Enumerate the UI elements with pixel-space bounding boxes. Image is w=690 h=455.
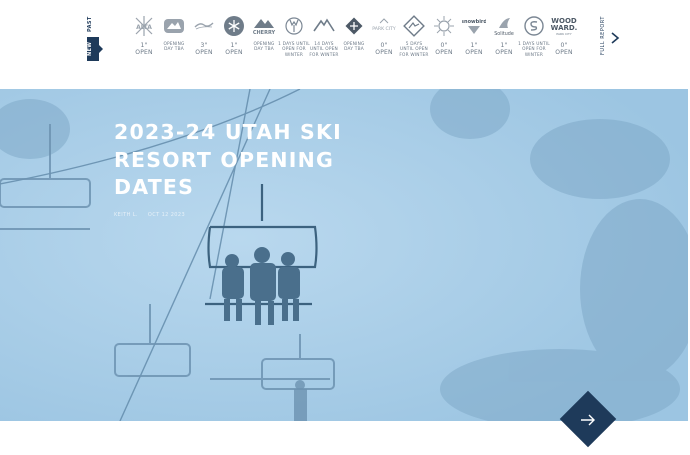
park-city-logo: PARK CITY — [372, 14, 396, 38]
snowbird-logo: snowbird — [461, 14, 487, 38]
resort-item-beaver-mountain[interactable]: OPENING DAY TBA — [159, 12, 189, 68]
open-label: OPEN — [555, 49, 573, 56]
resort-item-park-city[interactable]: PARK CITY 0" OPEN — [369, 12, 399, 68]
snow-depth: 1" — [230, 42, 238, 49]
tab-new-label: NEW — [87, 41, 93, 57]
woodward-logo: WOOD WARD. PARK CITY — [551, 14, 578, 38]
alta-logo-text: ALTA — [136, 24, 152, 31]
resort-item-alta[interactable]: ALTA 1" OPEN — [129, 12, 159, 68]
tab-past-label: PAST — [87, 16, 93, 32]
brighton-logo — [192, 14, 216, 38]
resort-item-brighton[interactable]: 3" OPEN — [189, 12, 219, 68]
resort-status: 0" OPEN — [545, 42, 583, 56]
resort-item-snowbird[interactable]: snowbird 1" OPEN — [459, 12, 489, 68]
article-title[interactable]: 2023-24 UTAH SKI RESORT OPENING DATES — [114, 119, 374, 202]
brian-head-logo — [222, 14, 246, 38]
open-label: OPEN — [375, 49, 393, 56]
chevron-right-icon[interactable] — [610, 31, 620, 44]
beaver-mountain-logo — [162, 14, 186, 38]
status-line-2: UNTIL OPEN — [310, 47, 338, 53]
solitude-logo-text: Solitude — [494, 31, 514, 37]
snow-depth: 1" — [500, 42, 508, 49]
cherry-logo-text: CHERRY — [253, 30, 276, 36]
article-author: KEITH L. — [114, 212, 138, 218]
snow-depth: 0" — [560, 42, 568, 49]
snow-depth: 1" — [140, 42, 148, 49]
woodward-logo-text-2: WARD. — [551, 24, 578, 32]
park-city-logo-text: PARK CITY — [372, 26, 396, 32]
snow-depth: 1" — [470, 42, 478, 49]
alta-logo: ALTA — [132, 14, 156, 38]
snow-depth: 0" — [380, 42, 388, 49]
resort-item-nordic-valley[interactable]: OPENING DAY TBA — [339, 12, 369, 68]
resort-item-snowbasin[interactable]: 0" OPEN — [429, 12, 459, 68]
open-label: OPEN — [465, 49, 483, 56]
status-line-2: OPEN FOR — [282, 47, 306, 53]
status-line-2: UNTIL OPEN — [400, 47, 428, 53]
status-line-2: DAY TBA — [164, 47, 184, 53]
resort-item-powder-mountain[interactable]: 5 DAYS UNTIL OPEN FOR WINTER — [399, 12, 429, 68]
article-date: OCT 12 2023 — [147, 212, 186, 218]
resort-item-woodward[interactable]: WOOD WARD. PARK CITY 0" OPEN — [549, 12, 579, 68]
resort-item-cherry-peak[interactable]: CHERRY OPENING DAY TBA — [249, 12, 279, 68]
tab-past[interactable]: PAST — [87, 14, 99, 34]
status-line-2: OPEN FOR — [522, 47, 546, 53]
resort-item-brian-head[interactable]: 1" OPEN — [219, 12, 249, 68]
status-line-2: DAY TBA — [344, 47, 364, 53]
powder-mountain-logo — [402, 14, 426, 38]
article-meta: KEITH L. OCT 12 2023 — [114, 212, 185, 218]
resort-item-sundance[interactable]: 1 DAYS UNTIL OPEN FOR WINTER — [518, 12, 550, 68]
resort-item-eagle-point[interactable]: 14 DAYS UNTIL OPEN FOR WINTER — [309, 12, 339, 68]
solitude-logo: Solitude — [492, 14, 516, 38]
tab-new[interactable]: NEW — [87, 37, 103, 61]
resort-status-bar: PAST NEW ALTA 1" OPEN OPENING DAY TBA 3"… — [0, 0, 690, 89]
status-line-2: DAY TBA — [254, 47, 274, 53]
open-label: OPEN — [195, 49, 213, 56]
cherry-peak-logo: CHERRY — [252, 14, 276, 38]
status-line-3: WINTER — [284, 52, 304, 58]
snow-depth: 0" — [440, 42, 448, 49]
arrow-right-icon[interactable] — [580, 413, 596, 427]
nordic-valley-logo — [342, 14, 366, 38]
open-label: OPEN — [435, 49, 453, 56]
open-label: OPEN — [495, 49, 513, 56]
status-line-3: WINTER — [524, 52, 544, 58]
status-line-3: FOR WINTER — [309, 52, 339, 58]
woodward-logo-text-3: PARK CITY — [556, 32, 571, 36]
resort-item-deer-valley[interactable]: 1 DAYS UNTIL OPEN FOR WINTER — [278, 12, 310, 68]
sundance-logo — [522, 14, 546, 38]
open-label: OPEN — [135, 49, 153, 56]
resort-item-solitude[interactable]: Solitude 1" OPEN — [489, 12, 519, 68]
open-label: OPEN — [225, 49, 243, 56]
snowbasin-logo — [432, 14, 456, 38]
hero-banner[interactable]: 2023-24 UTAH SKI RESORT OPENING DATES KE… — [0, 89, 688, 421]
eagle-point-logo — [312, 14, 336, 38]
snow-depth: 3" — [200, 42, 208, 49]
snowbird-logo-text: snowbird — [462, 19, 486, 25]
deer-valley-logo — [282, 14, 306, 38]
